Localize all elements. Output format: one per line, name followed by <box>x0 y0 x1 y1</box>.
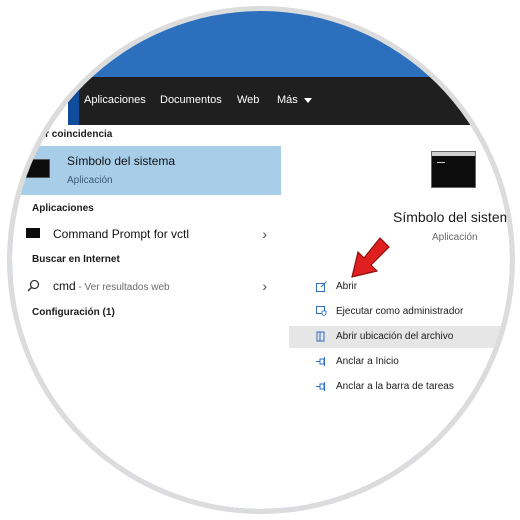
action-anclar-inicio[interactable]: Anclar a Inicio <box>289 351 510 373</box>
search-tabs-bar: Aplicaciones Documentos Web Más <box>68 77 510 125</box>
action-label: Ejecutar como administrador <box>336 306 464 317</box>
open-icon <box>316 281 327 292</box>
pin-icon <box>316 382 325 391</box>
tab-mas-label: Más <box>277 94 298 106</box>
window-titlebar <box>432 152 475 156</box>
tab-accent <box>68 77 79 125</box>
action-anclar-barra[interactable]: Anclar a la barra de tareas <box>289 376 510 398</box>
web-search-label: cmd - Ver resultados web <box>53 279 170 293</box>
tab-documentos[interactable]: Documentos <box>160 94 222 106</box>
search-icon <box>27 279 40 292</box>
best-match-header: or coincidencia <box>39 129 113 140</box>
action-abrir-ubicacion[interactable]: Abrir ubicación del archivo <box>289 326 510 348</box>
tab-web[interactable]: Web <box>237 94 259 106</box>
command-prompt-icon <box>26 228 40 238</box>
web-search-item[interactable]: cmd - Ver resultados web › <box>12 274 281 298</box>
chevron-down-icon <box>303 97 312 103</box>
detail-title: Símbolo del sistema <box>393 209 515 225</box>
shield-icon <box>316 306 327 316</box>
best-match-subtitle: Aplicación <box>67 175 113 186</box>
search-window: Aplicaciones Documentos Web Más or coinc… <box>12 77 515 509</box>
action-label: Anclar a Inicio <box>336 356 399 367</box>
action-label: Abrir ubicación del archivo <box>336 331 454 342</box>
settings-header[interactable]: Configuración (1) <box>32 307 115 318</box>
circular-crop: Aplicaciones Documentos Web Más or coinc… <box>7 6 515 514</box>
pin-icon <box>316 357 325 366</box>
prompt-cursor <box>437 162 445 163</box>
web-search-header: Buscar en Internet <box>32 254 120 265</box>
command-prompt-icon <box>26 159 50 178</box>
action-label: Abrir <box>336 281 358 292</box>
best-match-item[interactable]: Símbolo del sistema Aplicación <box>12 146 281 195</box>
action-abrir[interactable]: Abrir <box>289 276 510 298</box>
action-ejecutar-admin[interactable]: Ejecutar como administrador <box>289 301 510 323</box>
folder-icon <box>316 331 325 342</box>
apps-header: Aplicaciones <box>32 203 94 214</box>
best-match-title: Símbolo del sistema <box>67 154 176 168</box>
command-prompt-large-icon <box>431 151 476 188</box>
web-search-query: cmd <box>53 279 76 293</box>
chevron-right-icon[interactable]: › <box>262 226 267 242</box>
red-pointer-arrow-icon <box>351 237 390 278</box>
chevron-right-icon[interactable]: › <box>262 278 267 294</box>
detail-subtitle: Aplicación <box>432 232 478 243</box>
action-label: Anclar a la barra de tareas <box>336 381 454 392</box>
app-result-label: Command Prompt for vctl <box>53 227 190 241</box>
tab-mas[interactable]: Más <box>277 94 312 106</box>
app-result-item[interactable]: Command Prompt for vctl › <box>12 222 281 246</box>
tab-aplicaciones[interactable]: Aplicaciones <box>84 94 146 106</box>
web-search-suffix: - Ver resultados web <box>75 282 170 293</box>
